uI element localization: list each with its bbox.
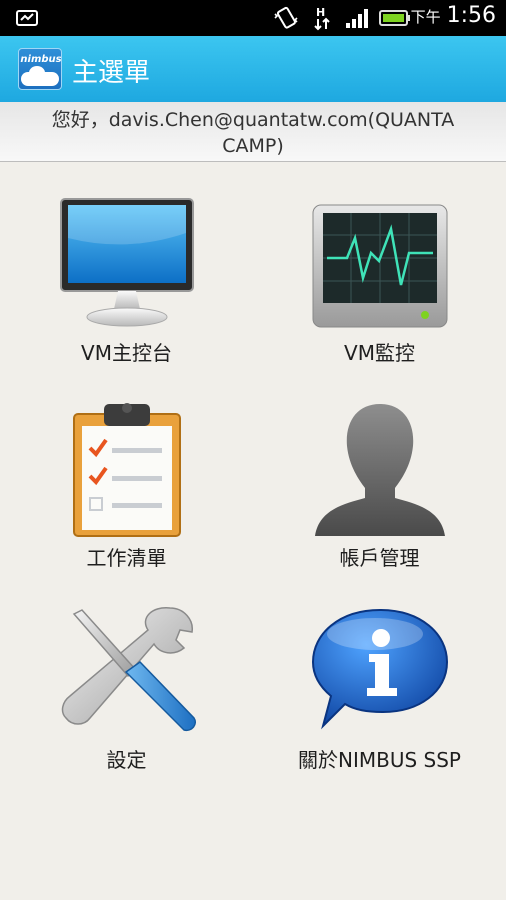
status-bar: H 下午 1:56 [0, 0, 506, 36]
menu-item-vm-monitor[interactable]: VM監控 [253, 175, 506, 380]
menu-label: 帳戶管理 [339, 546, 420, 570]
clock-time: 1:56 [446, 3, 496, 28]
menu-label: 工作清單 [86, 546, 167, 570]
page-title: 主選單 [72, 58, 151, 88]
action-bar: nimbus 主選單 [0, 36, 506, 102]
wrench-screwdriver-icon [52, 600, 202, 740]
menu-label: VM監控 [344, 341, 415, 365]
menu-label: VM主控台 [81, 341, 172, 365]
menu-item-account-management[interactable]: 帳戶管理 [253, 380, 506, 585]
sd-card-icon [14, 6, 40, 30]
menu-item-vm-console[interactable]: VM主控台 [0, 175, 253, 380]
menu-item-task-list[interactable]: 工作清單 [0, 380, 253, 585]
info-bubble-icon [305, 600, 455, 740]
battery-icon [378, 6, 412, 30]
logo-text: nimbus [20, 54, 62, 65]
greeting-banner: 您好，davis.Chen@quantatw.com(QUANTA CAMP) [0, 102, 506, 162]
signal-icon [344, 6, 372, 30]
clock-ampm: 下午 [410, 8, 441, 26]
clipboard-checklist-icon [52, 398, 202, 538]
app-logo-icon[interactable]: nimbus [18, 48, 62, 90]
monitor-icon [52, 193, 202, 333]
clock: 下午 1:56 [411, 3, 496, 28]
svg-text:H: H [316, 6, 325, 19]
menu-label: 關於NIMBUS SSP [298, 748, 461, 772]
heartbeat-monitor-icon [305, 193, 455, 333]
data-transfer-icon: H [312, 6, 332, 31]
menu-item-about[interactable]: 關於NIMBUS SSP [253, 582, 506, 787]
menu-label: 設定 [106, 748, 147, 772]
user-silhouette-icon [305, 398, 455, 538]
vibrate-icon [272, 6, 300, 30]
menu-item-settings[interactable]: 設定 [0, 582, 253, 787]
